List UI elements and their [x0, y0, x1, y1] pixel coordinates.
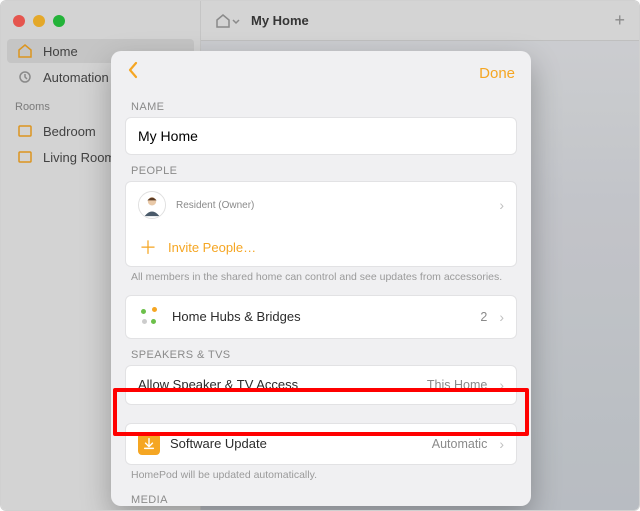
- software-update-value: Automatic: [432, 437, 488, 451]
- hubs-label: Home Hubs & Bridges: [172, 309, 301, 324]
- software-update-row[interactable]: Software Update Automatic ›: [126, 424, 516, 464]
- app-window: Home Automation Rooms Bedroom Living Roo…: [0, 0, 640, 511]
- sheet-body: NAME PEOPLE Resident (O: [111, 91, 531, 506]
- software-update-label: Software Update: [170, 436, 267, 451]
- chevron-right-icon: ›: [499, 436, 504, 452]
- sheet-header: Done: [111, 51, 531, 91]
- speaker-access-value: This Home: [427, 378, 487, 392]
- avatar: [138, 191, 166, 219]
- hubs-icon: [138, 305, 162, 329]
- speaker-access-card: Allow Speaker & TV Access This Home ›: [125, 365, 517, 405]
- section-label-speakers: SPEAKERS & TVS: [125, 339, 517, 365]
- people-footnote: All members in the shared home can contr…: [125, 267, 517, 287]
- section-label-media: MEDIA: [125, 484, 517, 506]
- resident-row[interactable]: Resident (Owner) ›: [126, 182, 516, 228]
- section-label-people: PEOPLE: [125, 155, 517, 181]
- people-card: Resident (Owner) › ＋ Invite People…: [125, 181, 517, 267]
- name-card: [125, 117, 517, 155]
- hubs-row[interactable]: Home Hubs & Bridges 2 ›: [126, 296, 516, 338]
- software-update-card: Software Update Automatic ›: [125, 423, 517, 465]
- chevron-right-icon: ›: [499, 197, 504, 213]
- speaker-access-label: Allow Speaker & TV Access: [138, 377, 298, 392]
- chevron-right-icon: ›: [499, 377, 504, 393]
- back-button[interactable]: [127, 61, 139, 85]
- invite-people-button[interactable]: ＋ Invite People…: [126, 228, 516, 266]
- section-label-name: NAME: [125, 91, 517, 117]
- done-button[interactable]: Done: [479, 65, 515, 82]
- chevron-right-icon: ›: [499, 309, 504, 325]
- hubs-card: Home Hubs & Bridges 2 ›: [125, 295, 517, 339]
- plus-icon: ＋: [138, 237, 158, 257]
- hubs-count: 2: [480, 310, 487, 324]
- invite-label: Invite People…: [168, 240, 256, 255]
- resident-subtitle: Resident (Owner): [176, 200, 254, 211]
- download-icon: [138, 433, 160, 455]
- home-name-input[interactable]: [126, 118, 516, 154]
- speaker-access-row[interactable]: Allow Speaker & TV Access This Home ›: [126, 366, 516, 404]
- software-footnote: HomePod will be updated automatically.: [125, 465, 517, 485]
- home-settings-sheet: Done NAME PEOPLE: [111, 51, 531, 506]
